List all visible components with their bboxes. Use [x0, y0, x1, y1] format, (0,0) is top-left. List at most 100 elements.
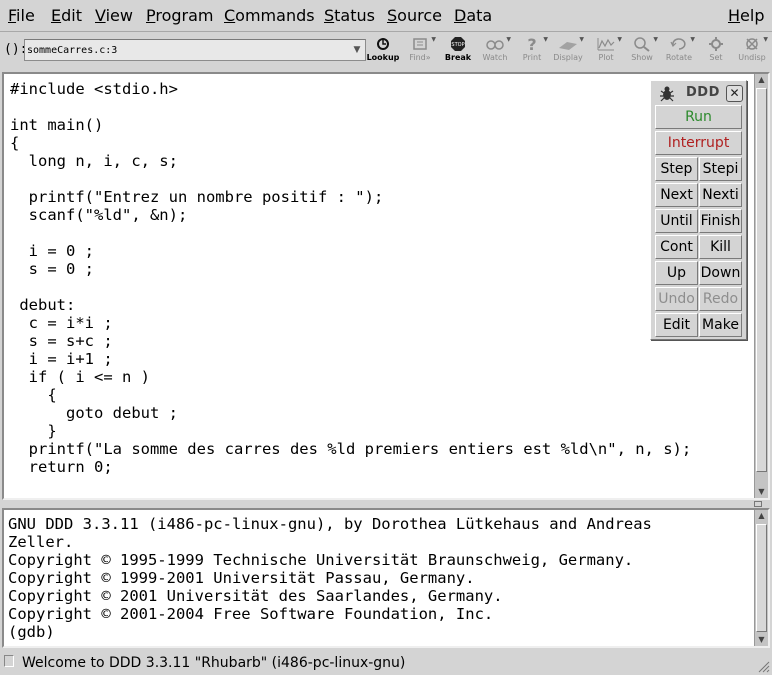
next-button[interactable]: Next	[655, 183, 698, 207]
menu-source[interactable]: Source	[387, 6, 442, 26]
magnifier-icon	[634, 37, 650, 52]
scroll-down-icon[interactable]: ▼	[756, 486, 767, 498]
lookup-icon	[377, 38, 389, 50]
menu-edit[interactable]: Edit	[51, 6, 82, 26]
menubar: File Edit View Program Commands Status S…	[0, 0, 772, 32]
gdb-console[interactable]: GNU DDD 3.3.11 (i486-pc-linux-gnu), by D…	[2, 508, 770, 648]
menu-commands-label: ommands	[235, 6, 315, 25]
finish-button[interactable]: Finish	[699, 209, 742, 233]
menu-help[interactable]: Help	[728, 6, 764, 26]
rotate-menu-arrow-icon: ▼	[690, 36, 695, 43]
print-label: Print	[522, 53, 542, 62]
source-scrollbar[interactable]: ▲ ▼	[754, 74, 768, 498]
interrupt-button[interactable]: Interrupt	[655, 131, 742, 155]
kill-button[interactable]: Kill	[699, 235, 742, 259]
close-icon[interactable]: ✕	[726, 85, 743, 102]
menu-status-mnemonic: S	[324, 6, 335, 25]
glasses-icon	[486, 40, 504, 50]
argument-field[interactable]: ▼	[24, 39, 366, 61]
status-indicator[interactable]	[4, 655, 14, 667]
nexti-button[interactable]: Nexti	[699, 183, 742, 207]
console-scrollbar[interactable]: ▲ ▼	[754, 510, 768, 646]
menu-view[interactable]: View	[95, 6, 133, 26]
command-tool: DDD ✕ Run Interrupt Step Stepi Next Next…	[650, 80, 747, 340]
menu-view-mnemonic: V	[95, 6, 106, 25]
stepi-button[interactable]: Stepi	[699, 157, 742, 181]
console-scroll-down-icon[interactable]: ▼	[756, 634, 767, 646]
svg-text:?: ?	[527, 36, 536, 52]
menu-source-mnemonic: S	[387, 6, 398, 25]
cont-button[interactable]: Cont	[655, 235, 698, 259]
command-tool-title: DDD	[686, 85, 720, 100]
display-button[interactable]: Display ▼	[549, 34, 587, 66]
svg-text:STOP: STOP	[451, 42, 464, 48]
step-button[interactable]: Step	[655, 157, 698, 181]
menu-source-label: ource	[397, 6, 442, 25]
watch-menu-arrow-icon: ▼	[506, 36, 511, 43]
status-text: Welcome to DDD 3.3.11 "Rhubarb" (i486-pc…	[22, 655, 406, 671]
plot-menu-arrow-icon: ▼	[617, 36, 622, 43]
console-text[interactable]: GNU DDD 3.3.11 (i486-pc-linux-gnu), by D…	[8, 515, 652, 641]
menu-program-mnemonic: P	[146, 6, 156, 25]
plot-label: Plot	[598, 53, 614, 62]
source-code[interactable]: #include <stdio.h> int main() { long n, …	[10, 80, 691, 476]
down-button[interactable]: Down	[699, 261, 742, 285]
resize-grip-icon[interactable]	[756, 659, 770, 673]
break-button[interactable]: STOP Break	[439, 34, 477, 66]
menu-data-mnemonic: D	[454, 6, 467, 25]
menu-commands-mnemonic: C	[224, 6, 236, 25]
plot-icon	[597, 38, 615, 51]
find-icon	[413, 38, 427, 50]
menu-file[interactable]: File	[8, 6, 35, 26]
menu-status-label: tatus	[334, 6, 375, 25]
menu-file-label: ile	[16, 6, 35, 25]
watch-button[interactable]: Watch ▼	[476, 34, 514, 66]
menu-edit-mnemonic: E	[51, 6, 62, 25]
bug-icon	[660, 86, 674, 102]
until-button[interactable]: Until	[655, 209, 698, 233]
plot-button[interactable]: Plot ▼	[587, 34, 625, 66]
chevron-down-icon[interactable]: ▼	[350, 41, 364, 59]
watch-label: Watch	[482, 53, 508, 62]
sash-handle[interactable]	[754, 501, 762, 507]
menu-file-mnemonic: F	[8, 6, 17, 25]
menu-help-mnemonic: H	[728, 6, 741, 25]
scroll-up-icon[interactable]: ▲	[756, 74, 767, 86]
source-scroll-thumb[interactable]	[756, 88, 767, 472]
menu-edit-label: dit	[61, 6, 82, 25]
up-button[interactable]: Up	[655, 261, 698, 285]
run-button[interactable]: Run	[655, 105, 742, 129]
show-menu-arrow-icon: ▼	[653, 36, 658, 43]
menu-data[interactable]: Data	[454, 6, 492, 26]
set-button[interactable]: Set	[697, 34, 735, 66]
pane-sash[interactable]	[0, 501, 772, 507]
print-button[interactable]: ? Print ▼	[513, 34, 551, 66]
rotate-button[interactable]: Rotate ▼	[660, 34, 698, 66]
undo-button[interactable]: Undo	[655, 287, 698, 311]
lookup-button[interactable]: Lookup	[364, 34, 402, 66]
menu-status[interactable]: Status	[324, 6, 375, 26]
find-button[interactable]: Find» ▼	[401, 34, 439, 66]
print-menu-arrow-icon: ▼	[543, 36, 548, 43]
menu-data-label: ata	[466, 6, 493, 25]
console-scroll-thumb[interactable]	[756, 524, 767, 632]
show-button[interactable]: Show ▼	[623, 34, 661, 66]
argument-input[interactable]	[27, 42, 349, 58]
display-icon	[559, 42, 577, 50]
show-label: Show	[631, 53, 653, 62]
menu-program-label: rogram	[155, 6, 214, 25]
status-bar: Welcome to DDD 3.3.11 "Rhubarb" (i486-pc…	[0, 651, 772, 675]
find-label: Find»	[409, 53, 431, 62]
set-icon	[709, 37, 723, 51]
console-scroll-up-icon[interactable]: ▲	[756, 510, 767, 522]
toolbar: (): ▼ Lookup Find» ▼ STOP Break Watch ▼	[0, 34, 772, 66]
lookup-label: Lookup	[366, 53, 400, 62]
undisp-button[interactable]: Undisp ▼	[733, 34, 771, 66]
menu-program[interactable]: Program	[146, 6, 214, 26]
make-button[interactable]: Make	[699, 313, 742, 337]
redo-button[interactable]: Redo	[699, 287, 742, 311]
stop-sign-icon: STOP	[451, 37, 465, 51]
edit-button[interactable]: Edit	[655, 313, 698, 337]
command-tool-titlebar[interactable]: DDD ✕	[654, 84, 743, 104]
menu-commands[interactable]: Commands	[224, 6, 315, 26]
